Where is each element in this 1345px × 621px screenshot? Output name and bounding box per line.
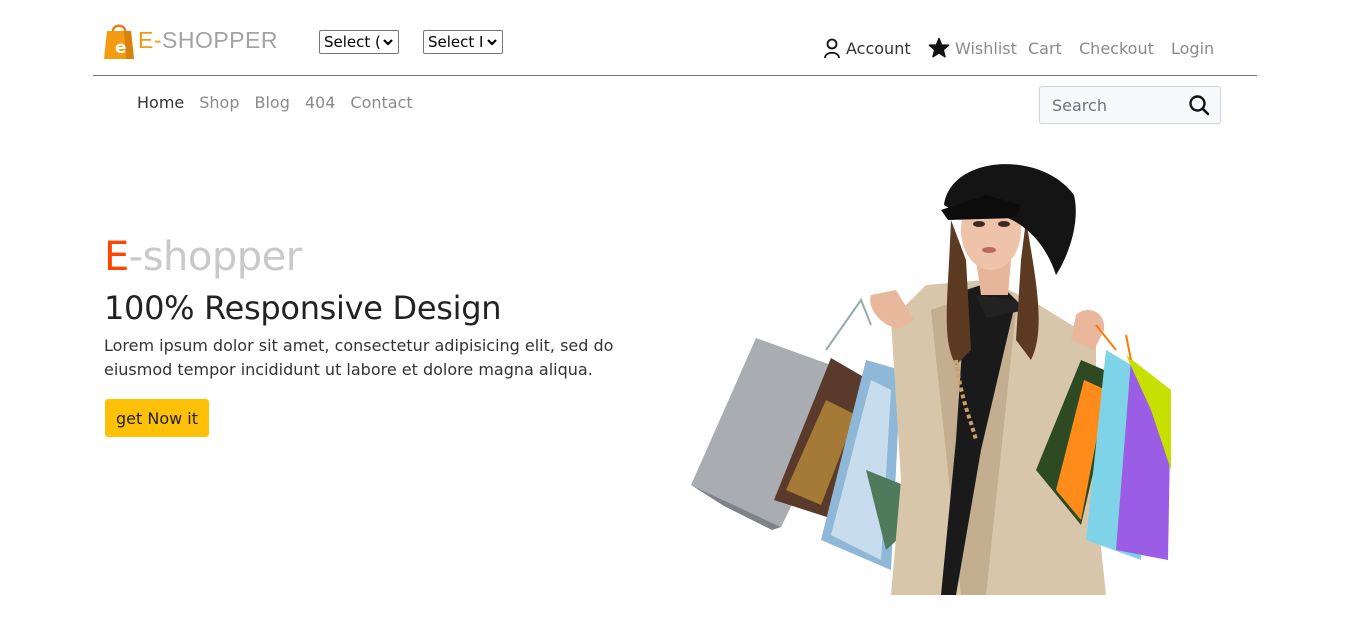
nav-home[interactable]: Home: [137, 93, 184, 117]
star-icon: [928, 37, 950, 58]
language-select-value: Select I: [428, 33, 484, 51]
currency-select[interactable]: Select (: [319, 30, 399, 54]
nav-contact[interactable]: Contact: [350, 93, 412, 117]
wishlist-link: Wishlist: [955, 38, 1017, 58]
logo-text: E-SHOPPER: [138, 27, 278, 54]
hero-shopper-image: [686, 150, 1176, 600]
svg-text:e: e: [115, 38, 127, 58]
top-menu-account[interactable]: Account: [823, 36, 911, 60]
nav-shop[interactable]: Shop: [199, 93, 239, 117]
site-logo[interactable]: e E-SHOPPER: [104, 20, 278, 60]
top-menu-wishlist[interactable]: Wishlist: [928, 36, 1017, 60]
user-icon: [824, 38, 840, 59]
chevron-down-icon: [383, 39, 393, 46]
nav-blog[interactable]: Blog: [255, 93, 290, 117]
logo-rest: SHOPPER: [162, 26, 278, 53]
cart-link[interactable]: Cart: [1028, 36, 1062, 60]
get-now-button[interactable]: get Now it: [105, 399, 209, 437]
checkout-link[interactable]: Checkout: [1079, 36, 1154, 60]
search-input[interactable]: Search: [1039, 86, 1221, 124]
currency-select-value: Select (: [324, 33, 380, 51]
hero-brand: E-shopper: [104, 232, 302, 282]
hero-headline: 100% Responsive Design: [104, 289, 502, 327]
logo-prefix: E-: [138, 26, 162, 53]
shopping-bag-icon: e: [104, 21, 134, 59]
search-placeholder: Search: [1052, 95, 1107, 115]
search-icon[interactable]: [1188, 94, 1210, 116]
language-select[interactable]: Select I: [423, 30, 503, 54]
hero-brand-rest: -shopper: [128, 234, 302, 280]
chevron-down-icon: [487, 39, 497, 46]
hero-description: Lorem ipsum dolor sit amet, consectetur …: [104, 336, 614, 379]
nav-404[interactable]: 404: [305, 93, 336, 117]
login-link[interactable]: Login: [1171, 36, 1214, 60]
main-nav: Home Shop Blog 404 Contact: [137, 93, 413, 117]
hero-brand-first: E: [104, 234, 129, 280]
header-divider: [93, 75, 1257, 76]
account-link: Account: [846, 38, 911, 58]
